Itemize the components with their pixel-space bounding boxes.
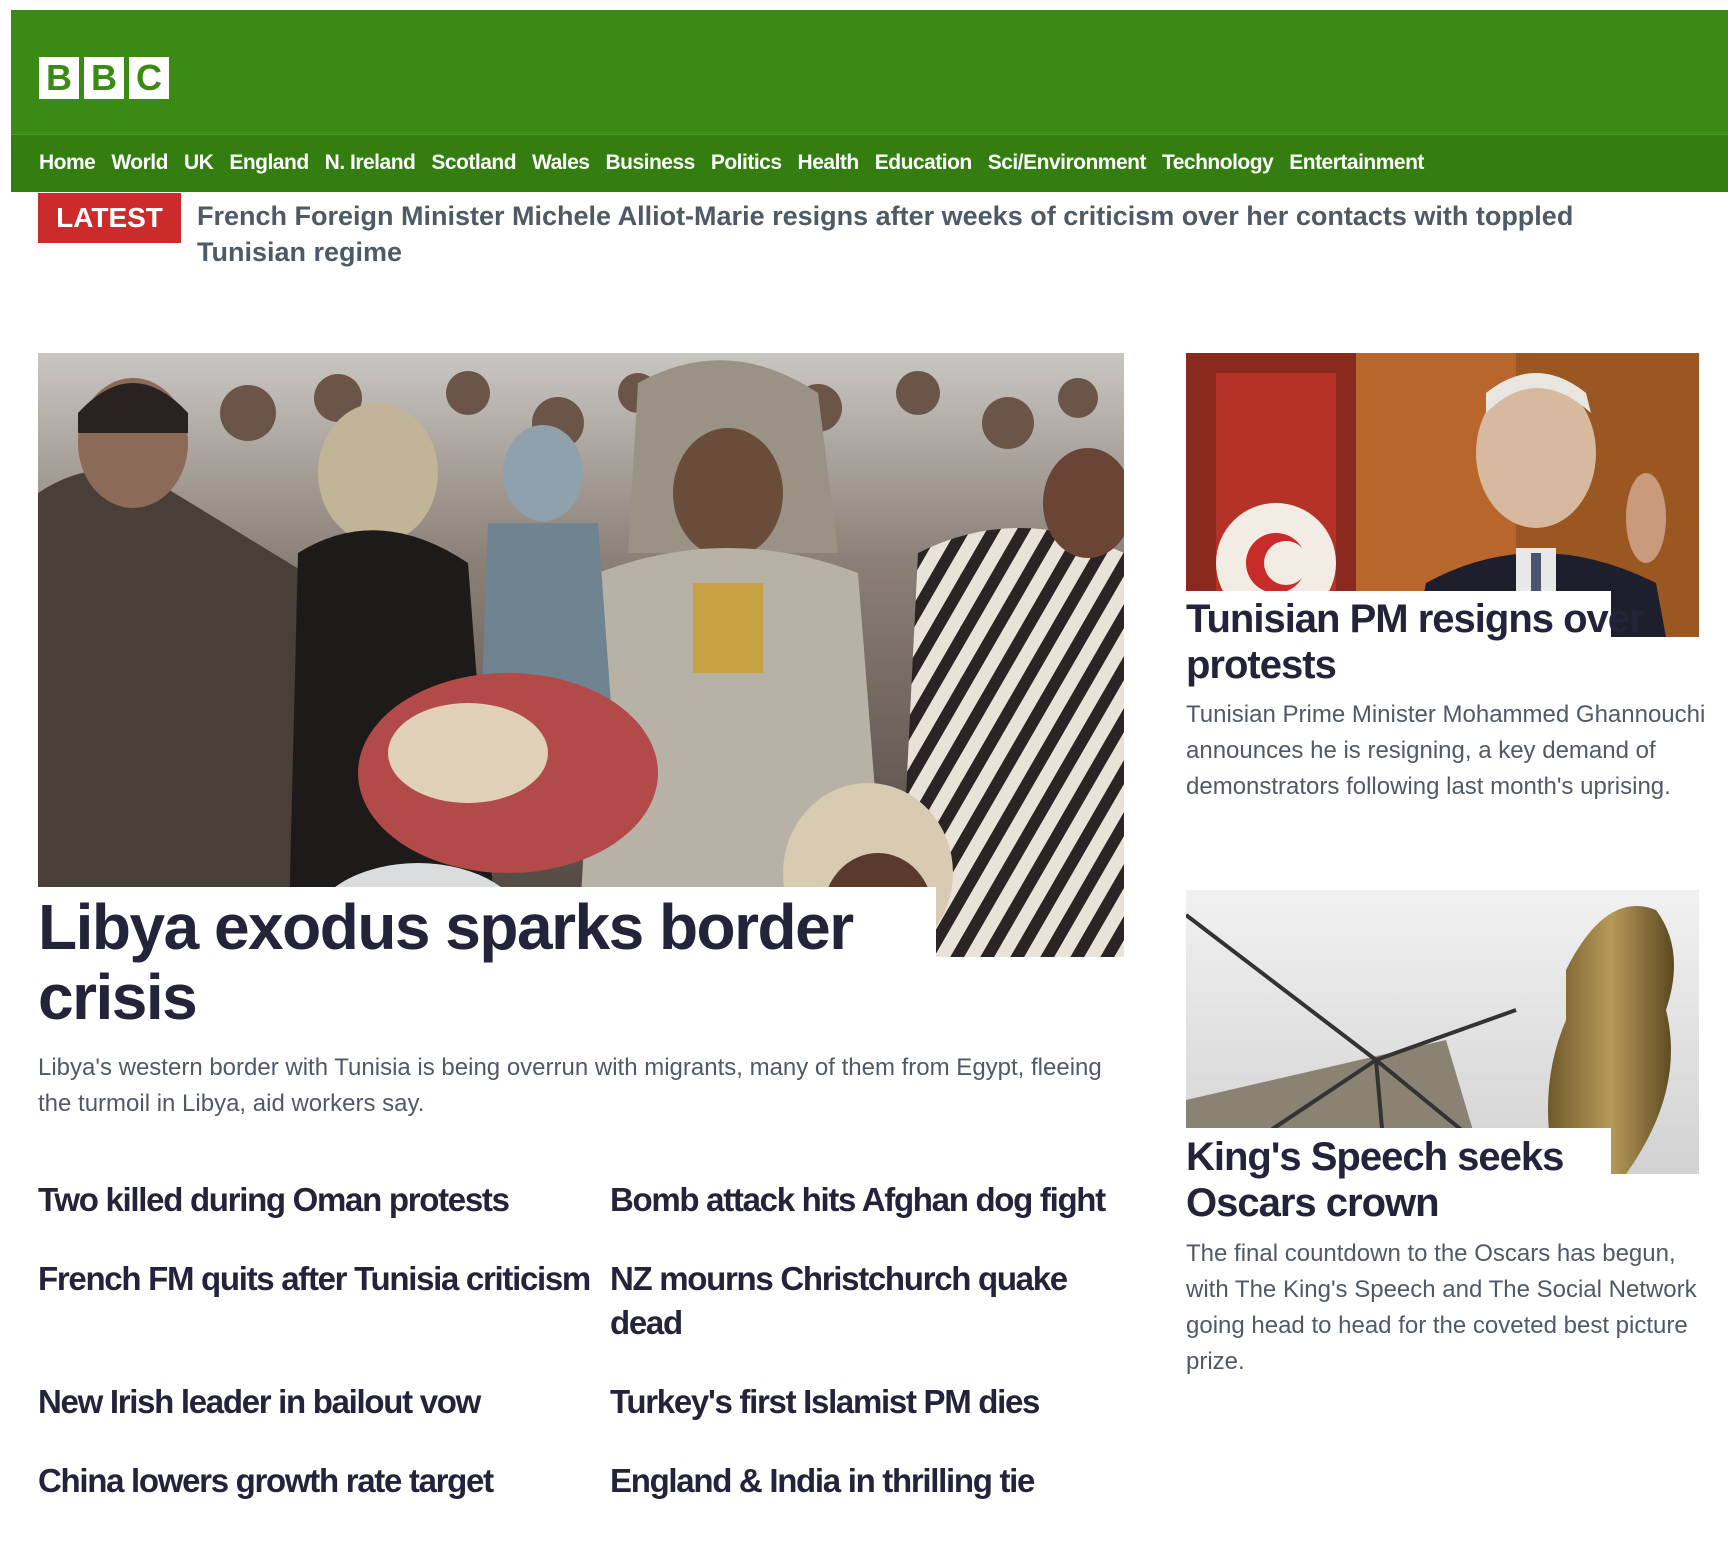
latest-badge: LATEST	[38, 193, 181, 243]
nav-item-politics[interactable]: Politics	[711, 151, 782, 175]
headline-link[interactable]: New Irish leader in bailout vow	[38, 1380, 610, 1424]
main-story-summary: Libya's western border with Tunisia is b…	[38, 1054, 1102, 1117]
nav-item-home[interactable]: Home	[39, 151, 96, 175]
headline-link[interactable]: French FM quits after Tunisia criticism	[38, 1257, 610, 1345]
headline-list: Two killed during Oman protests Bomb att…	[38, 1178, 1128, 1538]
main-story-title[interactable]: Libya exodus sparks border crisis	[38, 892, 918, 1032]
headline-link[interactable]: England & India in thrilling tie	[610, 1459, 1120, 1503]
headline-link[interactable]: NZ mourns Christchurch quake dead	[610, 1257, 1120, 1345]
site-header: B B C Home World UK England N. Ireland S…	[11, 10, 1728, 192]
logo-letter: C	[129, 57, 169, 99]
main-nav: Home World UK England N. Ireland Scotlan…	[39, 151, 1424, 175]
nav-item-wales[interactable]: Wales	[532, 151, 590, 175]
nav-item-sci-environment[interactable]: Sci/Environment	[988, 151, 1147, 175]
nav-item-uk[interactable]: UK	[184, 151, 214, 175]
nav-item-business[interactable]: Business	[605, 151, 695, 175]
side-story-summary: The final countdown to the Oscars has be…	[1186, 1240, 1697, 1375]
headline-link[interactable]: China lowers growth rate target	[38, 1459, 610, 1503]
logo-letter: B	[84, 57, 124, 99]
main-story-image[interactable]	[38, 353, 1124, 957]
headline-link[interactable]: Two killed during Oman protests	[38, 1178, 610, 1222]
headline-link[interactable]: Bomb attack hits Afghan dog fight	[610, 1178, 1120, 1222]
nav-item-technology[interactable]: Technology	[1162, 151, 1274, 175]
logo-letter: B	[39, 57, 79, 99]
nav-item-education[interactable]: Education	[875, 151, 973, 175]
nav-item-n-ireland[interactable]: N. Ireland	[325, 151, 416, 175]
nav-item-world[interactable]: World	[111, 151, 168, 175]
side-story-title[interactable]: King's Speech seeks Oscars crown	[1186, 1134, 1646, 1226]
nav-item-health[interactable]: Health	[798, 151, 860, 175]
nav-item-scotland[interactable]: Scotland	[431, 151, 516, 175]
side-story-title[interactable]: Tunisian PM resigns over protests	[1186, 596, 1646, 688]
nav-item-england[interactable]: England	[229, 151, 309, 175]
headline-link[interactable]: Turkey's first Islamist PM dies	[610, 1380, 1120, 1424]
latest-headline[interactable]: French Foreign Minister Michele Alliot-M…	[197, 198, 1617, 270]
bbc-logo[interactable]: B B C	[39, 57, 169, 99]
side-story-summary: Tunisian Prime Minister Mohammed Ghannou…	[1186, 701, 1706, 800]
nav-bar: Home World UK England N. Ireland Scotlan…	[11, 134, 1728, 192]
nav-item-entertainment[interactable]: Entertainment	[1289, 151, 1424, 175]
